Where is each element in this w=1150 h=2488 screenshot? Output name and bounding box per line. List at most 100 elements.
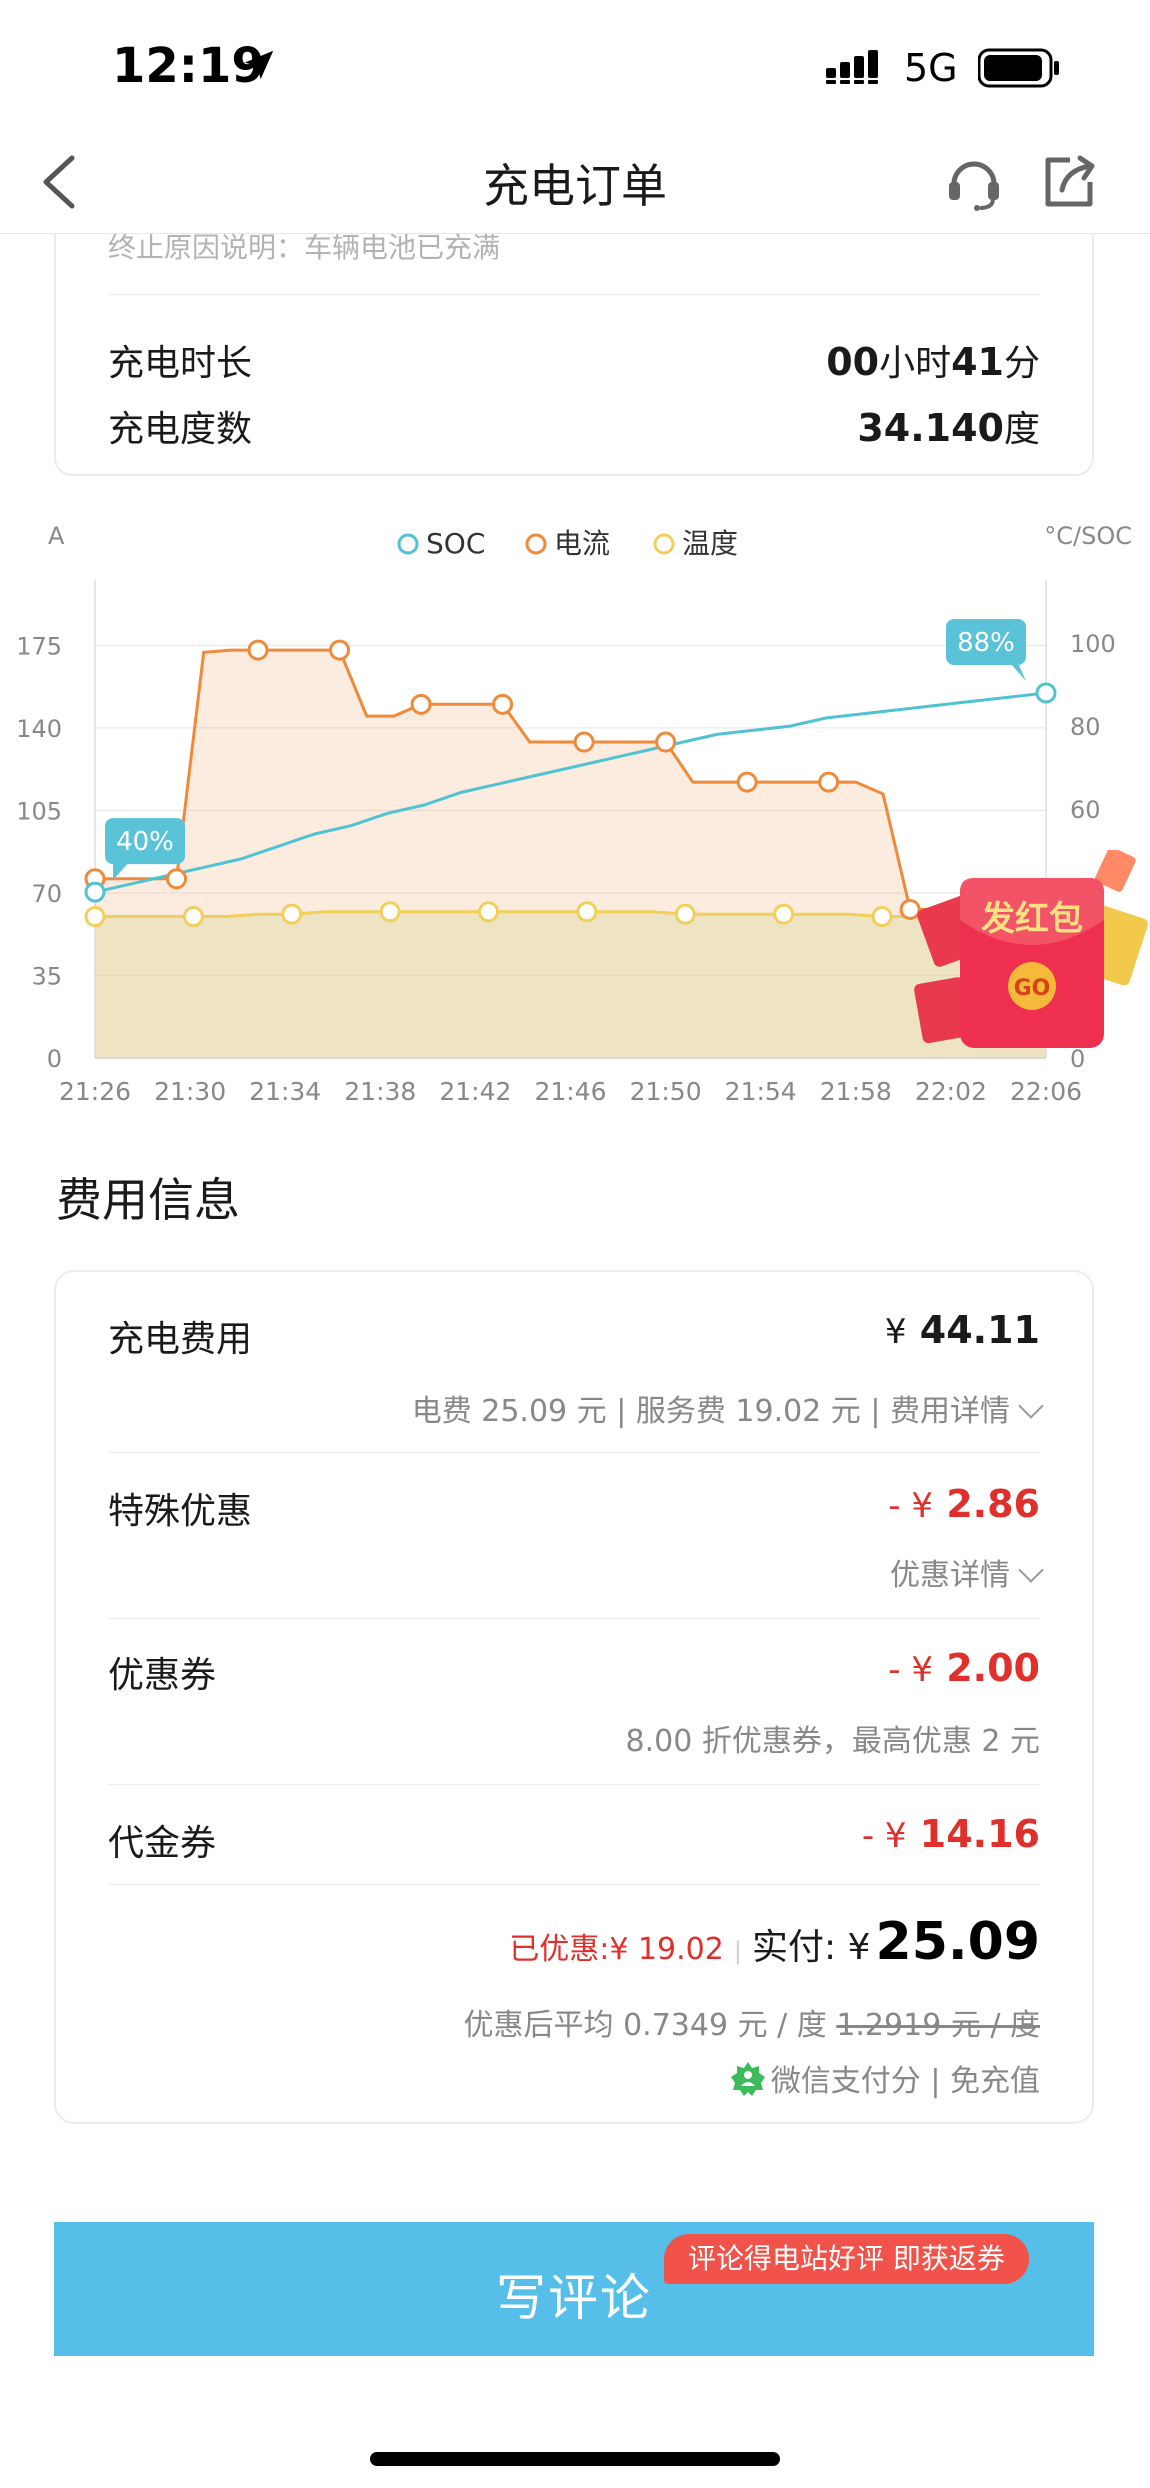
energy-row: 充电度数 34.140度: [108, 400, 1040, 450]
x-axis-tick-label: 21:30: [154, 1077, 226, 1106]
charge-fee-amount: ¥ 44.11: [885, 1308, 1040, 1352]
temperature-point: [84, 906, 106, 928]
duration-row: 充电时长 00小时41分: [108, 334, 1040, 384]
temperature-point: [478, 901, 500, 923]
fee-details-link[interactable]: 电费 25.09 元 | 服务费 19.02 元 | 费用详情: [411, 1386, 1044, 1430]
temperature-point: [773, 903, 795, 925]
coupon-label: 优惠券: [108, 1655, 217, 1696]
paid-amount: 25.09: [875, 1912, 1040, 1972]
coupon-detail: 8.00 折优惠券，最高优惠 2 元: [625, 1724, 1041, 1759]
divider: [108, 1884, 1040, 1885]
current-point: [247, 639, 269, 661]
write-review-button[interactable]: 写评论 评论得电站好评 即获返券: [54, 2222, 1094, 2356]
home-indicator[interactable]: [370, 2452, 780, 2466]
divider: [108, 1452, 1040, 1453]
current-point: [410, 693, 432, 715]
original-price: 1.2919 元 / 度: [836, 2008, 1040, 2043]
left-axis-tick-label: 0: [47, 1045, 62, 1073]
legend-label: SOC: [426, 527, 485, 560]
minus-currency: - ¥: [861, 1816, 907, 1856]
duration-hours-unit: 小时: [879, 343, 952, 384]
fee-section-title: 费用信息: [56, 1173, 240, 1227]
x-axis-tick-label: 21:46: [534, 1077, 606, 1106]
status-bar: 12:19 5G: [0, 0, 1150, 130]
temperature-point: [871, 906, 893, 928]
x-axis-tick-label: 21:54: [725, 1077, 797, 1106]
left-axis-tick-label: 175: [16, 632, 62, 660]
x-axis-tick-label: 21:50: [630, 1077, 702, 1106]
red-packet-icon[interactable]: 发红包 GO: [914, 850, 1150, 1064]
voucher-label: 代金券: [108, 1823, 217, 1864]
wechat-pay-line: 微信支付分 | 免充值: [729, 2056, 1040, 2102]
temperature-point: [576, 901, 598, 923]
current-point: [818, 771, 840, 793]
legend-marker: [397, 533, 419, 555]
minus-currency: - ¥: [888, 1650, 933, 1690]
chevron-down-icon: [1018, 1557, 1044, 1583]
right-axis-tick-label: 60: [1070, 796, 1101, 824]
voucher-amount-value: 14.16: [919, 1812, 1040, 1856]
left-axis-tick-label: 105: [16, 797, 62, 825]
average-price: 优惠后平均 0.7349 元 / 度 1.2919 元 / 度: [464, 2000, 1040, 2044]
duration-hours: 00: [826, 340, 880, 384]
discount-details-link[interactable]: 优惠详情: [890, 1550, 1044, 1594]
duration-label: 充电时长: [108, 343, 253, 384]
temperature-point: [281, 903, 303, 925]
energy-value: 34.140度: [857, 400, 1040, 452]
current-point: [736, 771, 758, 793]
x-axis-tick-label: 22:06: [1010, 1077, 1082, 1106]
temperature-point: [379, 901, 401, 923]
temperature-point: [674, 903, 696, 925]
current-point: [573, 731, 595, 753]
right-axis-tick-label: 80: [1070, 713, 1101, 741]
legend-label: 电流: [554, 527, 610, 560]
left-axis-tick-label: 35: [31, 962, 62, 990]
network-type: 5G: [904, 46, 958, 90]
review-promo-tag: 评论得电站好评 即获返券: [664, 2234, 1029, 2284]
legend-marker: [653, 533, 675, 555]
energy-number: 34.140: [857, 406, 1004, 450]
fee-breakdown: 电费 25.09 元 | 服务费 19.02 元 | 费用详情: [411, 1394, 1010, 1429]
x-axis-tick-label: 21:58: [820, 1077, 892, 1106]
energy-unit: 度: [1003, 409, 1040, 450]
coupon-amount-value: 2.00: [946, 1646, 1040, 1690]
soc-point: [1035, 682, 1057, 704]
special-discount-amount: - ¥ 2.86: [888, 1482, 1040, 1526]
current-point: [166, 868, 188, 890]
wechat-pay-text: 微信支付分 | 免充值: [770, 2064, 1040, 2099]
x-axis-tick-label: 21:26: [59, 1077, 131, 1106]
current-point: [492, 693, 514, 715]
special-amount-value: 2.86: [946, 1482, 1040, 1526]
right-axis-label: °C/SOC: [1044, 522, 1132, 550]
location-arrow-icon: [244, 50, 274, 80]
duration-minutes-unit: 分: [1003, 343, 1040, 384]
currency-symbol: ¥: [884, 1312, 907, 1352]
special-discount-label: 特殊优惠: [108, 1491, 253, 1532]
share-icon[interactable]: [1040, 152, 1098, 212]
nav-bar: 充电订单: [0, 130, 1150, 234]
x-axis-tick-label: 21:34: [249, 1077, 321, 1106]
separator: |: [733, 1937, 742, 1965]
fee-card: 充电费用 ¥ 44.11 电费 25.09 元 | 服务费 19.02 元 | …: [54, 1270, 1094, 2124]
duration-value: 00小时41分: [826, 334, 1040, 386]
legend-marker: [525, 533, 547, 555]
red-packet-go: GO: [1014, 976, 1051, 1001]
minus-currency: - ¥: [888, 1486, 933, 1526]
right-axis-tick-label: 100: [1070, 630, 1116, 658]
left-axis-tick-label: 140: [16, 715, 62, 743]
energy-label: 充电度数: [108, 409, 253, 450]
soc-annotation-pointer: [1010, 662, 1026, 681]
left-axis-tick-label: 70: [31, 880, 62, 908]
red-packet-text: 发红包: [981, 899, 1083, 939]
coupon-amount: - ¥ 2.00: [888, 1646, 1040, 1690]
divider: [108, 1618, 1040, 1619]
signal-icon: [826, 50, 878, 84]
divider: [108, 1784, 1040, 1785]
average-price-text: 优惠后平均 0.7349 元 / 度: [463, 2008, 827, 2043]
current-point: [655, 731, 677, 753]
soc-annotation-label: 88%: [957, 628, 1015, 658]
soc-annotation-label: 40%: [116, 827, 174, 857]
saved-amount: 已优惠:¥ 19.02: [509, 1932, 724, 1967]
customer-service-icon[interactable]: [944, 152, 1004, 212]
left-axis-label: A: [48, 522, 65, 550]
